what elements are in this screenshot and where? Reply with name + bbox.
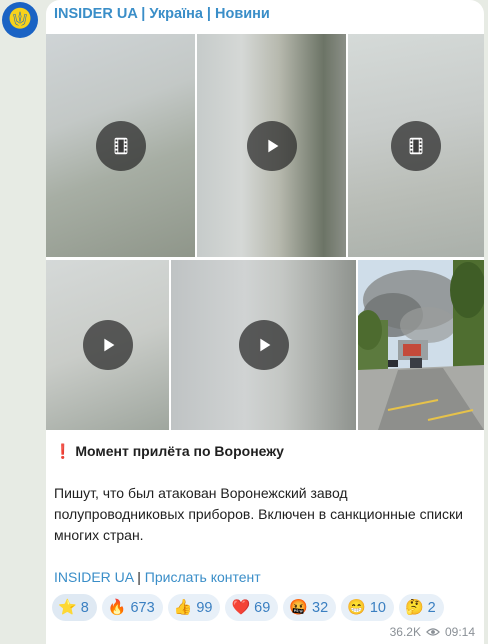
reaction-count: 32	[312, 599, 329, 616]
media-tile-6-photo[interactable]	[358, 260, 484, 430]
reaction-thumbs-up[interactable]: 👍 99	[167, 594, 221, 621]
trident-icon	[13, 11, 27, 29]
exclamation-icon: ❗️	[54, 443, 72, 459]
play-icon[interactable]	[238, 320, 289, 370]
grin-icon: 😁	[347, 599, 366, 616]
play-icon[interactable]	[82, 320, 133, 370]
film-icon[interactable]	[95, 120, 146, 171]
channel-name[interactable]: INSIDER UA | Україна | Новини	[54, 6, 270, 22]
post-links: INSIDER UA | Прислать контент	[54, 567, 474, 588]
post-paragraph: Пишут, что был атакован Воронежский заво…	[54, 485, 463, 543]
reaction-count: 8	[80, 599, 89, 616]
heart-icon: ❤️	[231, 599, 251, 616]
reactions-bar: ⭐ 8 🔥 673 👍 99 ❤️ 69 🤬 32 😁 10 🤔 2	[52, 594, 444, 621]
media-tile-4[interactable]	[46, 260, 169, 430]
reaction-count: 99	[196, 599, 213, 616]
reaction-fire[interactable]: 🔥 673	[101, 594, 163, 621]
reaction-heart[interactable]: ❤️ 69	[225, 594, 279, 621]
fire-icon: 🔥	[107, 599, 127, 616]
angry-face-icon: 🤬	[289, 599, 308, 616]
message-bubble: INSIDER UA | Україна | Новини ❗️ Момент …	[46, 0, 484, 644]
message-meta: 36.2K 09:14	[390, 625, 475, 639]
thinking-icon: 🤔	[404, 599, 424, 616]
eye-icon	[425, 628, 440, 636]
media-tile-2[interactable]	[197, 34, 346, 257]
media-tile-3[interactable]	[348, 34, 484, 257]
channel-avatar[interactable]	[2, 2, 38, 38]
media-tile-1[interactable]	[46, 34, 195, 257]
reaction-count: 673	[130, 599, 155, 616]
reaction-grin[interactable]: 😁 10	[341, 594, 394, 621]
post-title-text: Момент прилёта по Воронежу	[75, 443, 284, 459]
reaction-count: 10	[369, 599, 386, 616]
reaction-count: 2	[427, 599, 436, 616]
link-separator: |	[133, 569, 145, 585]
reaction-angry[interactable]: 🤬 32	[283, 594, 337, 621]
view-count: 36.2K	[389, 625, 421, 639]
photo-street-smoke	[358, 260, 484, 430]
thumbs-up-icon: 👍	[173, 599, 193, 616]
post-title: ❗️ Момент прилёта по Воронежу	[54, 441, 474, 462]
reaction-thinking[interactable]: 🤔 2	[398, 594, 444, 621]
play-icon[interactable]	[246, 120, 297, 171]
media-tile-5[interactable]	[171, 260, 356, 430]
link-insider-ua[interactable]: INSIDER UA	[54, 569, 133, 585]
message-time: 09:14	[444, 625, 475, 639]
reaction-count: 69	[254, 599, 271, 616]
star-icon: ⭐	[58, 599, 77, 616]
reaction-star[interactable]: ⭐ 8	[52, 594, 97, 621]
film-icon[interactable]	[391, 120, 441, 171]
link-submit-content[interactable]: Прислать контент	[145, 569, 261, 585]
